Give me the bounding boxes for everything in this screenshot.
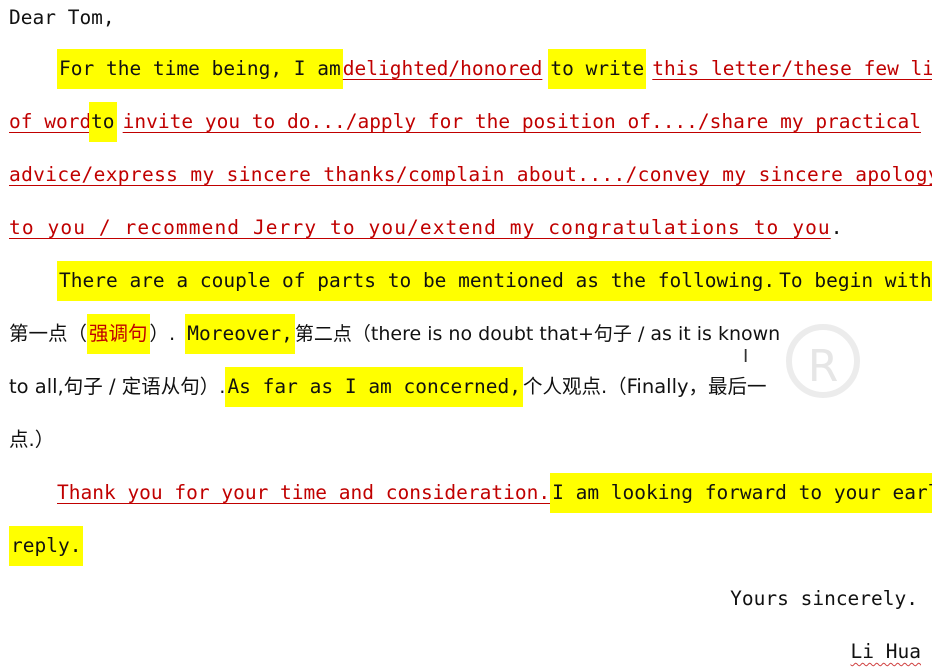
para2-line2: 第一点（ 强调句 ）. Moreover, 第二点（there is no do… [9,314,921,354]
p2-known: to all,句子 / 定语从句）. [9,375,226,398]
p3-looking-forward: I am looking forward to your early [550,473,932,513]
p2-last-point: 点.） [9,428,55,451]
p1-period: . [830,216,843,239]
p1-purposes-2: advice/express my sincere thanks/complai… [9,163,932,186]
p2-opinion: 个人观点.（Finally，最后一 [522,375,767,398]
p1-letter-phrase: this letter/these few lines [652,57,932,80]
p2-intro: There are a couple of parts to be mentio… [57,261,778,301]
p1-to-write: to write [548,49,647,89]
closing-line: Yours sincerely. [9,581,918,617]
para1-line1: For the time being, I am delighted/honor… [57,49,932,89]
para2-line1: There are a couple of parts to be mentio… [57,261,932,301]
p2-point2: 第二点（there is no doubt that+句子 / as it is… [294,323,781,345]
p2-moreover: Moreover, [185,314,295,354]
signature: Li Hua [850,640,921,663]
para1-line3: advice/express my sincere thanks/complai… [9,157,932,193]
text-cursor-icon: I [743,346,749,367]
p1-adjectives: delighted/honored [342,57,543,80]
letter-document: Dear Tom, For the time being, I am delig… [0,0,932,671]
p1-opening: For the time being, I am [57,49,343,89]
p1-purposes-1: invite you to do.../apply for the positi… [122,110,921,133]
para3-line1: Thank you for your time and consideratio… [57,473,932,513]
watermark-icon: R [786,324,860,398]
para1-line4: to you / recommend Jerry to you/extend m… [9,210,921,246]
p2-to-begin: To begin with, [777,261,932,301]
p2-emphasis: 强调句 [87,314,150,354]
p3-reply: reply. [9,526,84,566]
salutation-line: Dear Tom, [9,0,921,36]
salutation: Dear Tom, [9,6,115,29]
para2-line4: 点.） [9,422,921,458]
closing: Yours sincerely. [730,587,918,610]
para1-line2: of words to invite you to do.../apply fo… [9,102,921,142]
p2-point1: 第一点（ [9,322,88,345]
p2-close-paren: ）. [149,322,176,345]
p1-purposes-3: to you / recommend Jerry to you/extend m… [9,216,831,239]
p2-concerned: As far as I am concerned, [225,367,523,407]
signature-line: Li Hua [9,634,921,670]
para2-line3: to all,句子 / 定语从句）. As far as I am concer… [9,367,921,407]
p3-thanks: Thank you for your time and consideratio… [57,481,551,504]
para3-line2: reply. [9,526,921,566]
p1-to: to [89,102,117,142]
